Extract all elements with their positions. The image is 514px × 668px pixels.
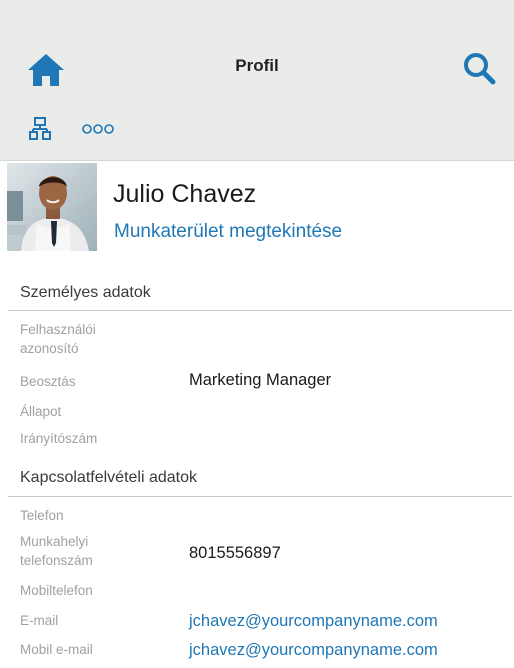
profile-photo [7,163,97,251]
email-label: E-mail [20,613,59,628]
page-title: Profil [235,56,279,75]
work-phone-label: Munkahelyi telefonszám [20,534,93,568]
search-button[interactable] [460,50,500,88]
search-icon [464,53,496,85]
position-label: Beosztás [20,374,76,389]
profile-summary: Julio Chavez Munkaterület megtekintése [0,162,514,258]
more-options-icon [82,124,114,134]
phone-label: Telefon [20,508,64,523]
status-label: Állapot [20,404,62,419]
mobile-phone-label: Mobiltelefon [20,583,93,598]
personal-data-section-title: Személyes adatok [20,284,151,301]
avatar[interactable] [7,163,97,251]
section-divider [8,496,512,497]
position-value: Marketing Manager [189,371,332,389]
email-link[interactable]: jchavez@yourcompanyname.com [189,612,438,631]
work-phone-value: 8015556897 [189,544,281,562]
user-id-label: Felhasználói azonosító [20,322,96,356]
mobile-email-label: Mobil e-mail [20,642,93,657]
postal-code-label: Irányítószám [20,431,98,446]
org-chart-button[interactable] [29,117,51,141]
view-workspace-link[interactable]: Munkaterület megtekintése [114,221,342,243]
section-divider [8,310,512,311]
profile-name: Julio Chavez [113,180,257,208]
app-header: Profil [0,0,514,161]
org-chart-icon [29,117,51,140]
contact-data-section-title: Kapcsolatfelvételi adatok [20,469,197,486]
mobile-email-link[interactable]: jchavez@yourcompanyname.com [189,641,438,660]
more-options-button[interactable] [81,122,115,136]
